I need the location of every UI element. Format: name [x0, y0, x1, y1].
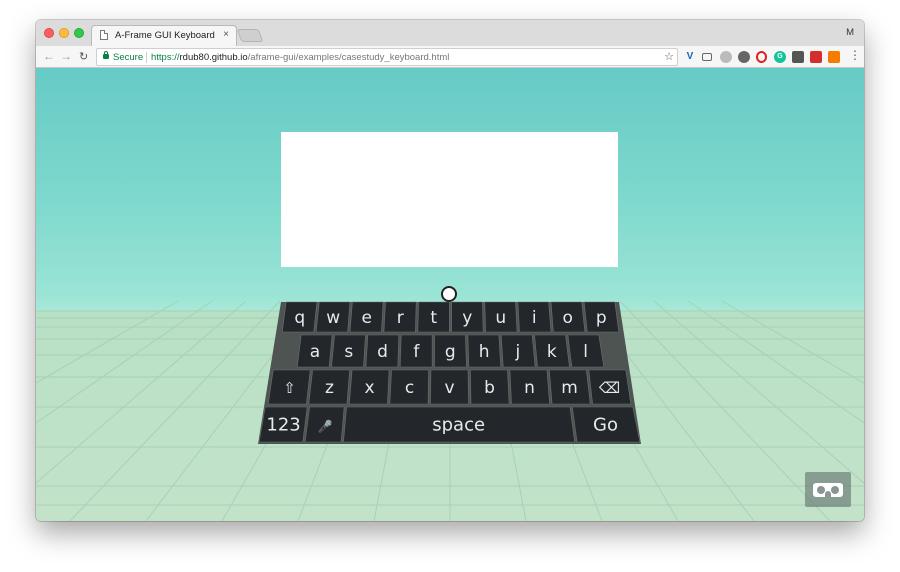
close-window-button[interactable] — [44, 28, 54, 38]
key-k-label: k — [547, 342, 557, 362]
browser-window: A-Frame GUI Keyboard × M ← → ↻ Secure ht… — [36, 20, 864, 521]
cast-icon[interactable] — [702, 53, 712, 61]
backspace-key-label: ⌫ — [599, 379, 620, 397]
go-key-label: Go — [593, 415, 618, 436]
key-r-label: r — [397, 308, 404, 328]
space-key-label: space — [432, 415, 485, 436]
key-z-label: z — [325, 378, 334, 398]
key-m-label: m — [561, 378, 578, 398]
key-b-label: b — [484, 378, 495, 398]
key-t-label: t — [430, 308, 437, 328]
key-f-label: f — [413, 342, 420, 362]
key-x-label: x — [364, 378, 374, 398]
key-v-label: v — [444, 378, 454, 398]
microphone-key-label: 🎤 — [318, 419, 333, 434]
key-l-label: l — [583, 342, 588, 362]
key-o-label: o — [563, 308, 573, 328]
vimium-icon[interactable]: V — [684, 51, 696, 63]
key-g-label: g — [445, 342, 456, 362]
document-icon — [100, 30, 108, 40]
secure-label: Secure — [113, 52, 144, 63]
key-s-label: s — [344, 342, 353, 362]
settings-extension-icon[interactable] — [738, 51, 750, 63]
key-n-label: n — [524, 378, 535, 398]
new-tab-button[interactable] — [236, 29, 264, 42]
key-q-label: q — [294, 308, 305, 328]
gaze-cursor — [441, 286, 457, 302]
back-icon[interactable]: ← — [43, 49, 55, 63]
forward-icon[interactable]: → — [60, 49, 72, 63]
maximize-window-button[interactable] — [74, 28, 84, 38]
menu-icon[interactable]: ⋮ — [849, 48, 861, 62]
minimize-window-button[interactable] — [59, 28, 69, 38]
tab-close-icon[interactable]: × — [223, 29, 229, 40]
key-p-label: p — [596, 308, 607, 328]
key-h-label: h — [479, 342, 490, 362]
extension-icon[interactable] — [792, 51, 804, 63]
bookmark-star-icon[interactable]: ☆ — [664, 50, 674, 63]
extension-icon[interactable] — [810, 51, 822, 63]
key-w-label: w — [326, 308, 340, 328]
key-i-label: i — [532, 308, 537, 328]
opera-icon[interactable] — [756, 51, 767, 63]
tab-bar: A-Frame GUI Keyboard × M — [36, 20, 864, 46]
tab-title: A-Frame GUI Keyboard — [115, 30, 215, 41]
address-bar[interactable]: Secure https://rdub80.github.io/aframe-g… — [96, 48, 678, 66]
profile-initial[interactable]: M — [846, 27, 854, 38]
key-e-label: e — [362, 308, 372, 328]
divider — [146, 52, 147, 63]
extension-icon[interactable] — [720, 51, 732, 63]
numbers-key-label: 123 — [266, 415, 300, 436]
grammarly-icon[interactable]: G — [774, 51, 786, 63]
key-c-label: c — [405, 378, 414, 398]
key-u-label: u — [495, 308, 506, 328]
tab-active[interactable]: A-Frame GUI Keyboard × — [91, 25, 237, 46]
key-a-label: a — [310, 342, 320, 362]
url-text[interactable]: https://rdub80.github.io/aframe-gui/exam… — [151, 52, 449, 63]
enter-vr-button[interactable] — [805, 472, 851, 507]
lock-icon — [103, 51, 109, 59]
vr-scene[interactable]: q w e r t y u i o p a s d f g h j k l ⇧ z x c v b n m ⌫ 123 🎤 space Go — [36, 68, 864, 521]
key-d-label: d — [377, 342, 388, 362]
reload-icon[interactable]: ↻ — [79, 50, 88, 63]
shift-key-label: ⇧ — [283, 379, 296, 397]
key-y-label: y — [462, 308, 472, 328]
browser-toolbar: ← → ↻ Secure https://rdub80.github.io/af… — [36, 46, 864, 68]
key-j-label: j — [515, 342, 521, 362]
extension-icon[interactable] — [828, 51, 840, 63]
